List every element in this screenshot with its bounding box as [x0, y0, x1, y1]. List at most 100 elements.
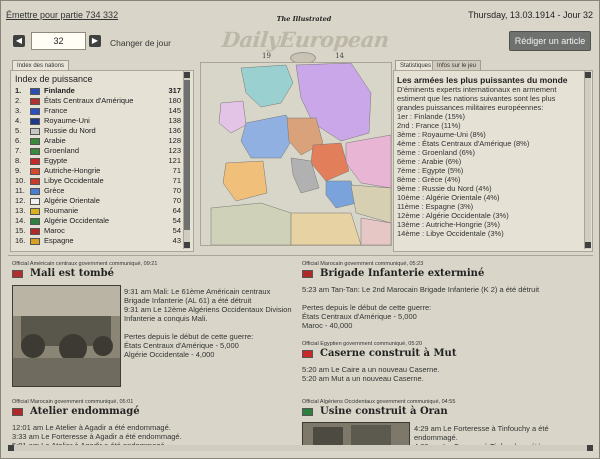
- rank-number: 13.: [15, 206, 26, 215]
- scroll-down-icon[interactable]: [184, 242, 190, 248]
- power-index-row[interactable]: 9. Autriche-Hongrie 71: [15, 166, 181, 176]
- region-egypt: [360, 217, 391, 245]
- power-value: 123: [168, 146, 181, 155]
- rank-number: 3.: [15, 106, 22, 115]
- article-body: 9:31 am Mali: Le 61ème Américain centrau…: [124, 287, 292, 359]
- scroll-right-icon[interactable]: [587, 445, 593, 451]
- nation-flag-icon: [30, 238, 40, 245]
- power-value: 128: [168, 136, 181, 145]
- nation-name: Roumanie: [44, 206, 79, 215]
- power-index-row[interactable]: 14. Algérie Occidentale 54: [15, 216, 181, 226]
- stats-body: D'éminents experts internationaux en arm…: [397, 85, 557, 238]
- rank-number: 11.: [15, 186, 25, 195]
- power-index-row[interactable]: 12. Algérie Orientale 70: [15, 196, 181, 206]
- article-source: Official Algériens Occidentaux governmen…: [302, 399, 456, 405]
- day-input[interactable]: 32: [31, 32, 86, 50]
- rank-number: 10.: [15, 176, 26, 185]
- write-article-button[interactable]: Rédiger un article: [509, 31, 591, 51]
- stats-scroll-up-icon[interactable]: [585, 72, 591, 78]
- power-value: 70: [172, 186, 181, 195]
- rank-number: 12.: [15, 196, 26, 205]
- power-index-row[interactable]: 7. Groenland 123: [15, 146, 181, 156]
- nation-flag-icon: [30, 108, 40, 115]
- power-value: 54: [172, 226, 181, 235]
- europe-map[interactable]: [200, 62, 392, 246]
- power-value: 145: [168, 106, 181, 115]
- game-date: Thursday, 13.03.1914 - Jour 32: [468, 10, 593, 20]
- power-index-row[interactable]: 2. États Centraux d'Amérique 180: [15, 96, 181, 106]
- stats-title: Les armées les plus puissantes du monde: [397, 75, 568, 85]
- article-source: Official Américain centraux government c…: [12, 261, 158, 267]
- scroll-left-icon[interactable]: [8, 445, 14, 451]
- article-flag-icon: [302, 350, 313, 358]
- power-index-row[interactable]: 10. Libye Occidentale 71: [15, 176, 181, 186]
- power-index-row[interactable]: 16. Espagne 43: [15, 236, 181, 246]
- region-libya: [290, 212, 362, 245]
- article-flag-icon: [12, 270, 23, 278]
- nation-name: Egypte: [44, 156, 68, 165]
- power-index-row[interactable]: 11. Grèce 70: [15, 186, 181, 196]
- region-north-africa: [210, 202, 292, 245]
- next-day-button[interactable]: ▶: [89, 35, 101, 47]
- nation-name: Libye Occidentale: [44, 176, 104, 185]
- change-day-label: Changer de jour: [110, 38, 171, 48]
- rank-number: 4.: [15, 116, 22, 125]
- stats-scroll-down-icon[interactable]: [585, 242, 591, 248]
- power-index-row[interactable]: 8. Egypte 121: [15, 156, 181, 166]
- nation-name: Maroc: [44, 226, 65, 235]
- nation-name: France: [44, 106, 68, 115]
- article-body: 5:20 am Le Caire a un nouveau Caserne. 5…: [302, 365, 440, 383]
- rank-number: 7.: [15, 146, 22, 155]
- rank-number: 2.: [15, 96, 22, 105]
- nation-flag-icon: [30, 158, 40, 165]
- masthead-subtitle: The Illustrated: [276, 15, 332, 23]
- stats-scrollbar[interactable]: [584, 71, 591, 249]
- article-flag-icon: [302, 408, 313, 416]
- power-value: 54: [172, 216, 181, 225]
- rank-number: 5.: [15, 126, 22, 135]
- nation-flag-icon: [30, 88, 40, 95]
- game-link[interactable]: Émettre pour partie 734 332: [6, 10, 118, 20]
- nation-name: Arabie: [44, 136, 66, 145]
- power-value: 121: [168, 156, 181, 165]
- article-headline[interactable]: Atelier endommagé: [30, 406, 140, 417]
- nation-flag-icon: [30, 98, 40, 105]
- previous-day-button[interactable]: ◀: [13, 35, 25, 47]
- map-graphic: [201, 63, 391, 245]
- article-photo: [302, 422, 410, 446]
- rank-number: 16.: [15, 236, 26, 245]
- article-headline[interactable]: Usine construit à Oran: [320, 406, 448, 417]
- nation-flag-icon: [30, 148, 40, 155]
- rank-number: 1.: [15, 86, 22, 95]
- article-headline[interactable]: Brigade Infanterie exterminé: [320, 268, 484, 279]
- power-index-row[interactable]: 15. Maroc 54: [15, 226, 181, 236]
- power-index-row[interactable]: 13. Roumanie 64: [15, 206, 181, 216]
- scroll-thumb[interactable]: [184, 80, 190, 230]
- nation-name: Espagne: [44, 236, 74, 245]
- article-flag-icon: [302, 270, 313, 278]
- nation-name: Grèce: [44, 186, 65, 195]
- power-index-row[interactable]: 3. France 145: [15, 106, 181, 116]
- article-headline[interactable]: Caserne construit à Mut: [320, 348, 456, 359]
- nation-flag-icon: [30, 178, 40, 185]
- nation-flag-icon: [30, 118, 40, 125]
- masthead-title: DailyEuropean: [220, 27, 391, 52]
- scroll-up-icon[interactable]: [184, 72, 190, 78]
- nation-flag-icon: [30, 138, 40, 145]
- article-photo: [12, 285, 121, 387]
- rank-number: 8.: [15, 156, 22, 165]
- power-index-row[interactable]: 1. Finlande 317: [15, 86, 181, 96]
- article-flag-icon: [12, 408, 23, 416]
- article-headline[interactable]: Mali est tombé: [30, 268, 114, 279]
- bottom-scrollbar[interactable]: [8, 445, 593, 451]
- article-body: 5:23 am Tan-Tan: Le 2nd Marocain Brigade…: [302, 285, 540, 330]
- power-index-row[interactable]: 4. Royaume-Uni 138: [15, 116, 181, 126]
- rank-number: 15.: [15, 226, 26, 235]
- rank-number: 9.: [15, 166, 22, 175]
- power-value: 43: [172, 236, 181, 245]
- power-value: 180: [168, 96, 181, 105]
- nation-flag-icon: [30, 168, 40, 175]
- power-value: 136: [168, 126, 181, 135]
- power-index-row[interactable]: 5. Russie du Nord 136: [15, 126, 181, 136]
- power-index-row[interactable]: 6. Arabie 128: [15, 136, 181, 146]
